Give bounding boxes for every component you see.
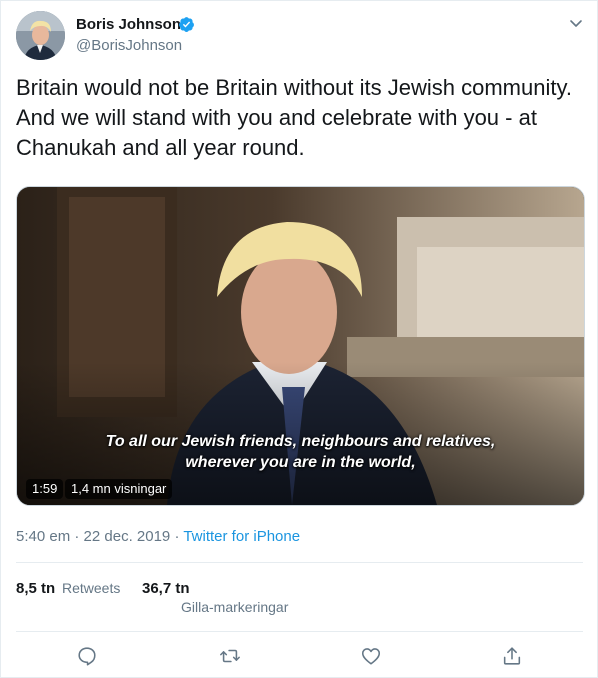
tweet-text: Britain would not be Britain without its… [16, 75, 572, 160]
video-subtitle-line-1: To all our Jewish friends, neighbours an… [105, 433, 496, 450]
likes-count[interactable]: 36,7 tn [142, 580, 190, 597]
retweets-count[interactable]: 8,5 tn [16, 580, 55, 597]
timestamp[interactable]: 5:40 em · 22 dec. 2019 · [16, 528, 183, 545]
tweet-card: Boris Johnson @BorisJohnson Britain woul… [0, 0, 598, 678]
video-duration: 1:59 [26, 479, 64, 499]
retweets-label[interactable]: Retweets [62, 580, 120, 596]
chevron-down-icon[interactable] [568, 15, 584, 31]
video-subtitle-line-2: wherever you are in the world, [185, 454, 416, 471]
author-name[interactable]: Boris Johnson [76, 16, 181, 33]
share-icon[interactable] [501, 645, 523, 667]
video-views: 1,4 mn visningar [65, 479, 173, 499]
tweet-meta: 5:40 em · 22 dec. 2019 · Twitter for iPh… [16, 528, 300, 545]
divider [16, 562, 583, 563]
avatar[interactable] [16, 11, 65, 60]
divider [16, 631, 583, 632]
retweet-icon[interactable] [219, 645, 241, 667]
reply-icon[interactable] [76, 645, 98, 667]
verified-badge-icon [179, 17, 194, 32]
heart-icon[interactable] [360, 645, 382, 667]
source-link[interactable]: Twitter for iPhone [183, 528, 300, 545]
video-player[interactable]: To all our Jewish friends, neighbours an… [16, 186, 585, 506]
likes-label[interactable]: Gilla-markeringar [181, 599, 288, 615]
author-handle[interactable]: @BorisJohnson [76, 37, 182, 54]
